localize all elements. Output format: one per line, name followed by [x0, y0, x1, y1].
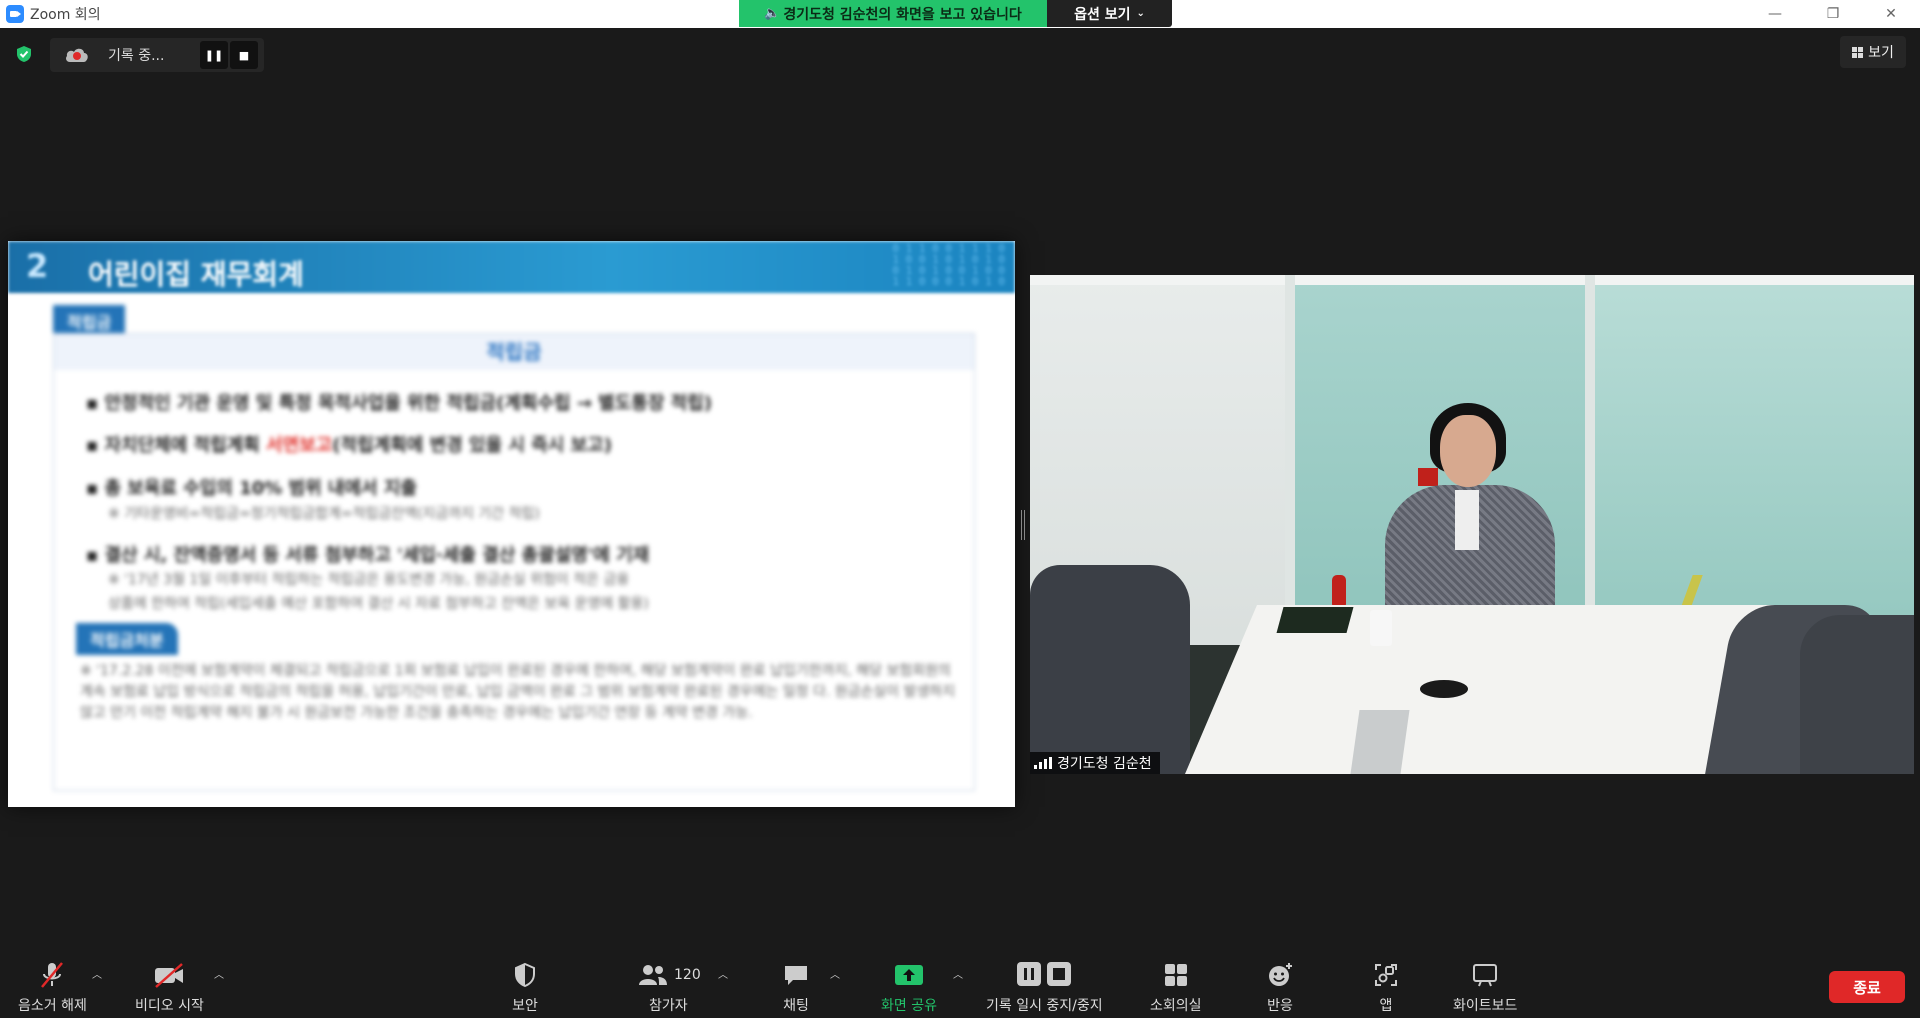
chat-button[interactable]: 채팅 — [781, 960, 811, 1015]
reactions-smiley-icon — [1269, 963, 1292, 986]
security-label: 보안 — [512, 998, 538, 1014]
pause-recording-button[interactable]: ❚❚ — [200, 41, 228, 69]
video-backdrop — [1185, 605, 1785, 774]
slide-tag-disposal: 적립금처분 — [76, 623, 178, 655]
slide-note: ※ 기타운영비=적립금=정기적립금합계=적립금잔액(지금까지 기간 적립) — [108, 506, 540, 522]
participants-label: 참가자 — [649, 998, 688, 1014]
share-screen-arrow-icon — [894, 965, 923, 985]
microphone-muted-icon — [41, 962, 64, 988]
video-backdrop — [1370, 610, 1392, 646]
reactions-button[interactable]: 반응 — [1265, 960, 1295, 1015]
video-backdrop — [1332, 575, 1346, 609]
screen-share-banner: 🔈 경기도청 김순천의 화면을 보고 있습니다 — [739, 0, 1047, 27]
video-backdrop — [1800, 615, 1914, 774]
share-screen-button[interactable]: 화면 공유 — [881, 960, 937, 1015]
apps-label: 앱 — [1379, 998, 1393, 1014]
slide-note: 상품에 한하여 적립(세입세출 예산 포함하여 결산 시 자료 첨부하고 잔액은… — [108, 596, 649, 612]
breakout-rooms-icon — [1164, 964, 1187, 986]
start-video-button[interactable]: 비디오 시작 — [135, 960, 204, 1015]
minimize-button[interactable]: — — [1746, 0, 1804, 28]
participant-video-tile[interactable]: 경기도청 김순천 — [1030, 275, 1914, 774]
video-backdrop — [1420, 680, 1468, 698]
chat-bubble-icon — [785, 966, 807, 985]
slide-box-title: 적립금 — [54, 334, 974, 370]
share-screen-label: 화면 공유 — [881, 998, 937, 1014]
chat-options-caret-icon[interactable]: ︿ — [830, 966, 840, 981]
restore-button[interactable]: ❐ — [1804, 0, 1862, 28]
view-button[interactable]: 보기 — [1840, 36, 1906, 68]
participants-icon — [639, 965, 667, 985]
video-backdrop — [1276, 607, 1354, 633]
end-meeting-button[interactable]: 종료 — [1829, 971, 1905, 1003]
security-shield-icon — [515, 962, 535, 988]
recording-controls-label: 기록 일시 중지/중지 — [986, 998, 1103, 1014]
gallery-grid-icon — [1852, 46, 1864, 58]
slide-bullet: ▪ 자치단체에 적립계획 서면보고(적립계획에 변경 있을 시 즉시 보고) — [86, 435, 612, 456]
slide-paragraph: ※ '17.2.28 이전에 보험계약이 체결되고 적립금으로 1회 보험료 납… — [80, 663, 956, 721]
participant-name: 경기도청 김순천 — [1057, 756, 1152, 772]
chat-label: 채팅 — [783, 998, 809, 1014]
shared-screen-content: 2 어린이집 재무회계 0 1 1 0 0 1 1 1 01 0 0 1 0 1… — [8, 241, 1015, 807]
recording-indicator: 기록 중... ❚❚ ■ — [50, 38, 264, 72]
cloud-recording-icon — [66, 48, 88, 62]
slide-bullet: ▪ 총 보육료 수입의 10% 범위 내에서 지출 — [86, 478, 417, 499]
zoom-logo-icon — [6, 5, 24, 23]
slide-heading: 어린이집 재무회계 — [88, 258, 304, 291]
whiteboard-icon — [1473, 964, 1498, 987]
video-backdrop — [1350, 710, 1410, 774]
view-button-label: 보기 — [1868, 45, 1894, 61]
security-button[interactable]: 보안 — [511, 960, 539, 1015]
slide-body: 적립금 적립금 ▪ 안정적인 기관 운영 및 특정 목적사업을 위한 적립금(계… — [8, 293, 1015, 807]
share-banner-text: 경기도청 김순천의 화면을 보고 있습니다 — [783, 6, 1022, 23]
speaker-icon: 🔈 — [764, 6, 781, 21]
chevron-down-icon: ⌄ — [1136, 8, 1145, 19]
participant-name-label: 경기도청 김순천 — [1030, 752, 1160, 774]
participants-count: 120 — [674, 967, 701, 983]
participant-figure — [1455, 490, 1479, 550]
slide-note: ※ '17년 3월 1일 이후부터 적립하는 적립금은 용도변경 가능, 원금손… — [108, 572, 630, 588]
whiteboard-label: 화이트보드 — [1453, 998, 1518, 1014]
start-video-label: 비디오 시작 — [135, 998, 204, 1014]
slide-highlight-text: 서면보고 — [266, 435, 333, 456]
recording-controls-button[interactable]: 기록 일시 중지/중지 — [986, 960, 1103, 1015]
video-options-caret-icon[interactable]: ︿ — [214, 966, 224, 981]
participant-figure — [1440, 415, 1496, 487]
share-options-caret-icon[interactable]: ︿ — [953, 966, 963, 981]
stop-recording-button[interactable]: ■ — [230, 41, 258, 69]
audio-options-caret-icon[interactable]: ︿ — [92, 966, 102, 981]
unmute-label: 음소거 해제 — [18, 998, 87, 1014]
participants-options-caret-icon[interactable]: ︿ — [718, 966, 728, 981]
window-title: Zoom 회의 — [30, 7, 101, 23]
slide-bullet: ▪ 결산 시, 잔액증명서 등 서류 첨부하고 '세입·세출 결산 총괄설명'에… — [86, 545, 650, 566]
slide-bullet: ▪ 안정적인 기관 운영 및 특정 목적사업을 위한 적립금(계획수립 → 별도… — [86, 393, 713, 414]
slide-header: 2 어린이집 재무회계 0 1 1 0 0 1 1 1 01 0 0 1 0 1… — [8, 241, 1015, 293]
close-button[interactable]: ✕ — [1862, 0, 1920, 28]
split-divider-handle[interactable] — [1021, 510, 1025, 540]
security-shield-icon[interactable] — [15, 45, 33, 63]
meeting-toolbar: 음소거 해제 ︿ 비디오 시작 ︿ 보안 120 참가자 ︿ 채팅 ︿ 화면 공… — [0, 954, 1920, 1018]
view-options-button[interactable]: 옵션 보기 ⌄ — [1047, 0, 1172, 27]
participants-button[interactable]: 120 참가자 — [636, 960, 701, 1015]
reactions-label: 반응 — [1267, 998, 1293, 1014]
view-options-label: 옵션 보기 — [1074, 6, 1131, 23]
unmute-button[interactable]: 음소거 해제 — [18, 960, 87, 1015]
slide-section-number: 2 — [26, 247, 49, 285]
breakout-rooms-button[interactable]: 소회의실 — [1150, 960, 1202, 1015]
connection-signal-icon — [1034, 757, 1052, 769]
video-backdrop — [1030, 275, 1914, 285]
apps-button[interactable]: 앱 — [1371, 960, 1401, 1015]
apps-icon — [1375, 964, 1397, 986]
video-backdrop — [1030, 565, 1190, 774]
pause-stop-recording-icon — [1017, 962, 1072, 986]
recording-status: 기록 중... — [108, 48, 165, 64]
binary-pattern-decoration: 0 1 1 0 0 1 1 1 01 0 0 1 0 1 0 1 00 1 0 … — [892, 242, 1005, 288]
video-off-icon — [155, 963, 184, 988]
window-controls: — ❐ ✕ — [1746, 0, 1920, 28]
video-backdrop — [1590, 275, 1914, 645]
video-backdrop — [1418, 468, 1438, 486]
breakout-rooms-label: 소회의실 — [1150, 998, 1202, 1014]
whiteboard-button[interactable]: 화이트보드 — [1453, 960, 1517, 1015]
